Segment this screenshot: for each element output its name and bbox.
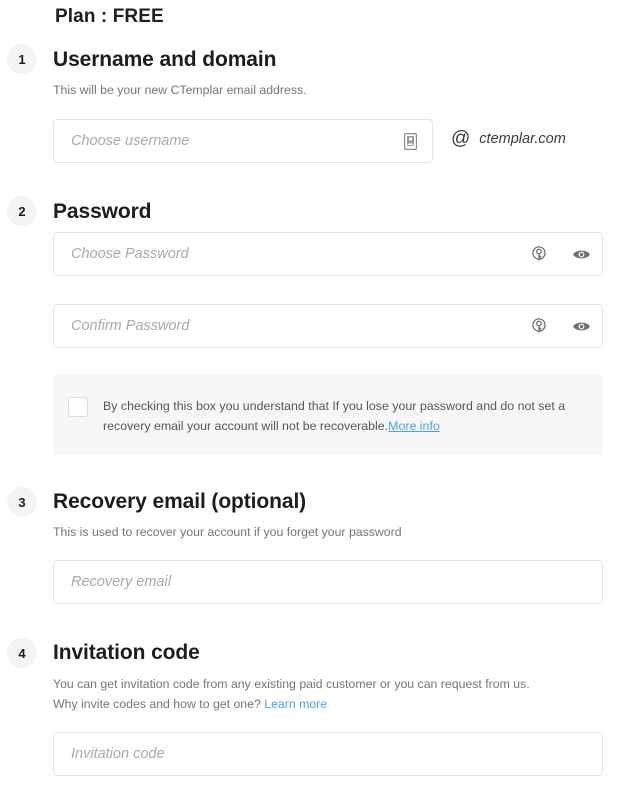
recovery-warning-body: By checking this box you understand that… [103,399,566,433]
step-badge-3: 3 [7,487,37,517]
eye-icon[interactable] [560,248,602,261]
recovery-warning-checkbox[interactable] [68,397,88,417]
section-subtitle-username: This will be your new CTemplar email add… [53,83,307,97]
password-input[interactable]: Choose Password [53,232,603,276]
confirm-password-input[interactable]: Confirm Password [53,304,603,348]
recovery-email-input-placeholder: Recovery email [71,574,171,590]
section-subtitle-invitation-line2: Why invite codes and how to get one? Lea… [53,697,327,711]
eye-icon-confirm[interactable] [560,320,602,333]
step-badge-4: 4 [7,638,37,668]
section-title-username-and-domain: Username and domain [53,48,277,71]
key-circle-icon-confirm[interactable] [518,317,560,335]
page-title: Plan : FREE [55,6,164,27]
username-input[interactable]: Choose username [53,119,433,163]
recovery-warning-text: By checking this box you understand that… [103,396,590,436]
invitation-code-input-placeholder: Invitation code [71,746,165,762]
step-badge-2: 2 [7,196,37,226]
key-circle-icon[interactable] [518,245,560,263]
recovery-email-input[interactable]: Recovery email [53,560,603,604]
more-info-link[interactable]: More info [388,419,440,433]
id-card-icon[interactable] [388,132,432,150]
section-title-invitation-code: Invitation code [53,641,200,664]
step-badge-1: 1 [7,44,37,74]
password-input-placeholder: Choose Password [71,246,189,262]
section-title-recovery-email: Recovery email (optional) [53,490,307,513]
signup-form-page: Plan : FREE 1 Username and domain This w… [0,0,631,798]
recovery-warning-panel: By checking this box you understand that… [53,375,603,455]
section-title-password: Password [53,200,152,223]
domain-display: @ ctemplar.com [451,129,566,148]
learn-more-link[interactable]: Learn more [264,697,327,711]
section-subtitle-invitation-line1: You can get invitation code from any exi… [53,677,530,691]
confirm-password-input-placeholder: Confirm Password [71,318,190,334]
section-subtitle-recovery-email: This is used to recover your account if … [53,525,402,539]
at-symbol-icon: @ [451,128,471,149]
domain-name-label: ctemplar.com [479,130,566,147]
invitation-code-input[interactable]: Invitation code [53,732,603,776]
username-input-placeholder: Choose username [71,133,190,149]
invitation-question-text: Why invite codes and how to get one? [53,697,265,711]
